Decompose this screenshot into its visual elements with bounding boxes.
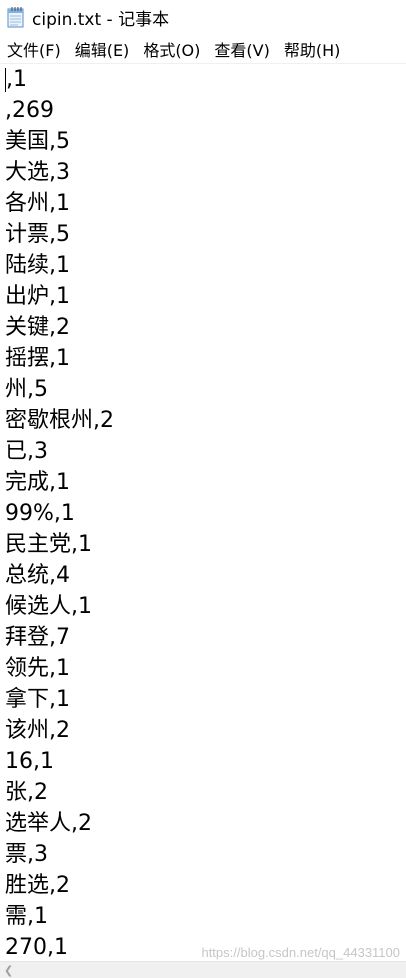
text-line-content: 各州,1 [5, 191, 70, 216]
notepad-icon [6, 6, 26, 28]
menu-help[interactable]: 帮助(H) [277, 37, 348, 61]
text-line-content: 胜选,2 [5, 873, 70, 898]
text-line: 各州,1 [0, 188, 406, 219]
watermark-text: https://blog.csdn.net/qq_44331100 [201, 945, 400, 960]
text-line-content: 密歇根州,2 [5, 408, 114, 433]
horizontal-scrollbar[interactable]: ❮ [0, 961, 406, 978]
title-bar: cipin.txt - 记事本 [0, 0, 406, 34]
text-line: 摇摆,1 [0, 343, 406, 374]
text-line: 领先,1 [0, 653, 406, 684]
menu-bar: 文件(F) 编辑(E) 格式(O) 查看(V) 帮助(H) [0, 34, 406, 64]
text-line: 该州,2 [0, 715, 406, 746]
text-line-content: 拜登,7 [5, 625, 70, 650]
text-line-content: 出炉,1 [5, 284, 70, 309]
menu-edit[interactable]: 编辑(E) [68, 37, 137, 61]
text-line: 关键,2 [0, 312, 406, 343]
text-line: 16,1 [0, 746, 406, 777]
scroll-left-arrow-icon[interactable]: ❮ [4, 965, 13, 976]
text-line: 完成,1 [0, 467, 406, 498]
text-line-content: 候选人,1 [5, 594, 92, 619]
text-line-content: 票,3 [5, 842, 48, 867]
text-line: 已,3 [0, 436, 406, 467]
text-line: 民主党,1 [0, 529, 406, 560]
text-line: 拜登,7 [0, 622, 406, 653]
text-line-content: 完成,1 [5, 470, 70, 495]
text-line-content: 陆续,1 [5, 253, 70, 278]
text-line: 需,1 [0, 901, 406, 932]
text-line: 99%,1 [0, 498, 406, 529]
window-title: cipin.txt - 记事本 [32, 9, 170, 30]
text-line: 张,2 [0, 777, 406, 808]
text-line: ,269 [0, 95, 406, 126]
text-line-content: 拿下,1 [5, 687, 70, 712]
text-line: 选举人,2 [0, 808, 406, 839]
text-line-content: 选举人,2 [5, 811, 92, 836]
text-line-content: 张,2 [5, 780, 48, 805]
text-line: 美国,5 [0, 126, 406, 157]
text-line-content: 已,3 [5, 439, 48, 464]
text-editor-area[interactable]: ,1 ,269 美国,5 大选,3 各州,1 计票,5 陆续,1 出炉,1 关键,2 摇摆,1 州… [0, 64, 406, 964]
text-line: 候选人,1 [0, 591, 406, 622]
text-line: 州,5 [0, 374, 406, 405]
text-line-content: 大选,3 [5, 160, 70, 185]
text-line-content: 总统,4 [5, 563, 70, 588]
text-line-content: 270,1 [5, 935, 68, 960]
text-line: 胜选,2 [0, 870, 406, 901]
text-line-content: 关键,2 [5, 315, 70, 340]
text-line: 大选,3 [0, 157, 406, 188]
text-line-content: 领先,1 [5, 656, 70, 681]
text-line: 总统,4 [0, 560, 406, 591]
text-line: ,1 [0, 64, 406, 95]
text-line: 计票,5 [0, 219, 406, 250]
notepad-window: cipin.txt - 记事本 文件(F) 编辑(E) 格式(O) 查看(V) … [0, 0, 406, 978]
text-line-content: 16,1 [5, 749, 54, 774]
menu-view[interactable]: 查看(V) [207, 37, 276, 61]
text-line-content: 需,1 [5, 904, 48, 929]
text-line-content: 摇摆,1 [5, 346, 70, 371]
text-line-content: 该州,2 [5, 718, 70, 743]
text-line: 票,3 [0, 839, 406, 870]
menu-file[interactable]: 文件(F) [0, 37, 68, 61]
text-line-content: 州,5 [5, 377, 48, 402]
text-line: 拿下,1 [0, 684, 406, 715]
text-line-content: 99%,1 [5, 501, 75, 526]
text-line: 出炉,1 [0, 281, 406, 312]
text-line-content: 计票,5 [5, 222, 70, 247]
text-line-content: ,269 [5, 98, 54, 123]
text-line-content: 美国,5 [5, 129, 70, 154]
text-line: 陆续,1 [0, 250, 406, 281]
text-line: 密歇根州,2 [0, 405, 406, 436]
text-line-content: ,1 [6, 67, 27, 92]
menu-format[interactable]: 格式(O) [136, 37, 207, 61]
text-line-content: 民主党,1 [5, 532, 92, 557]
